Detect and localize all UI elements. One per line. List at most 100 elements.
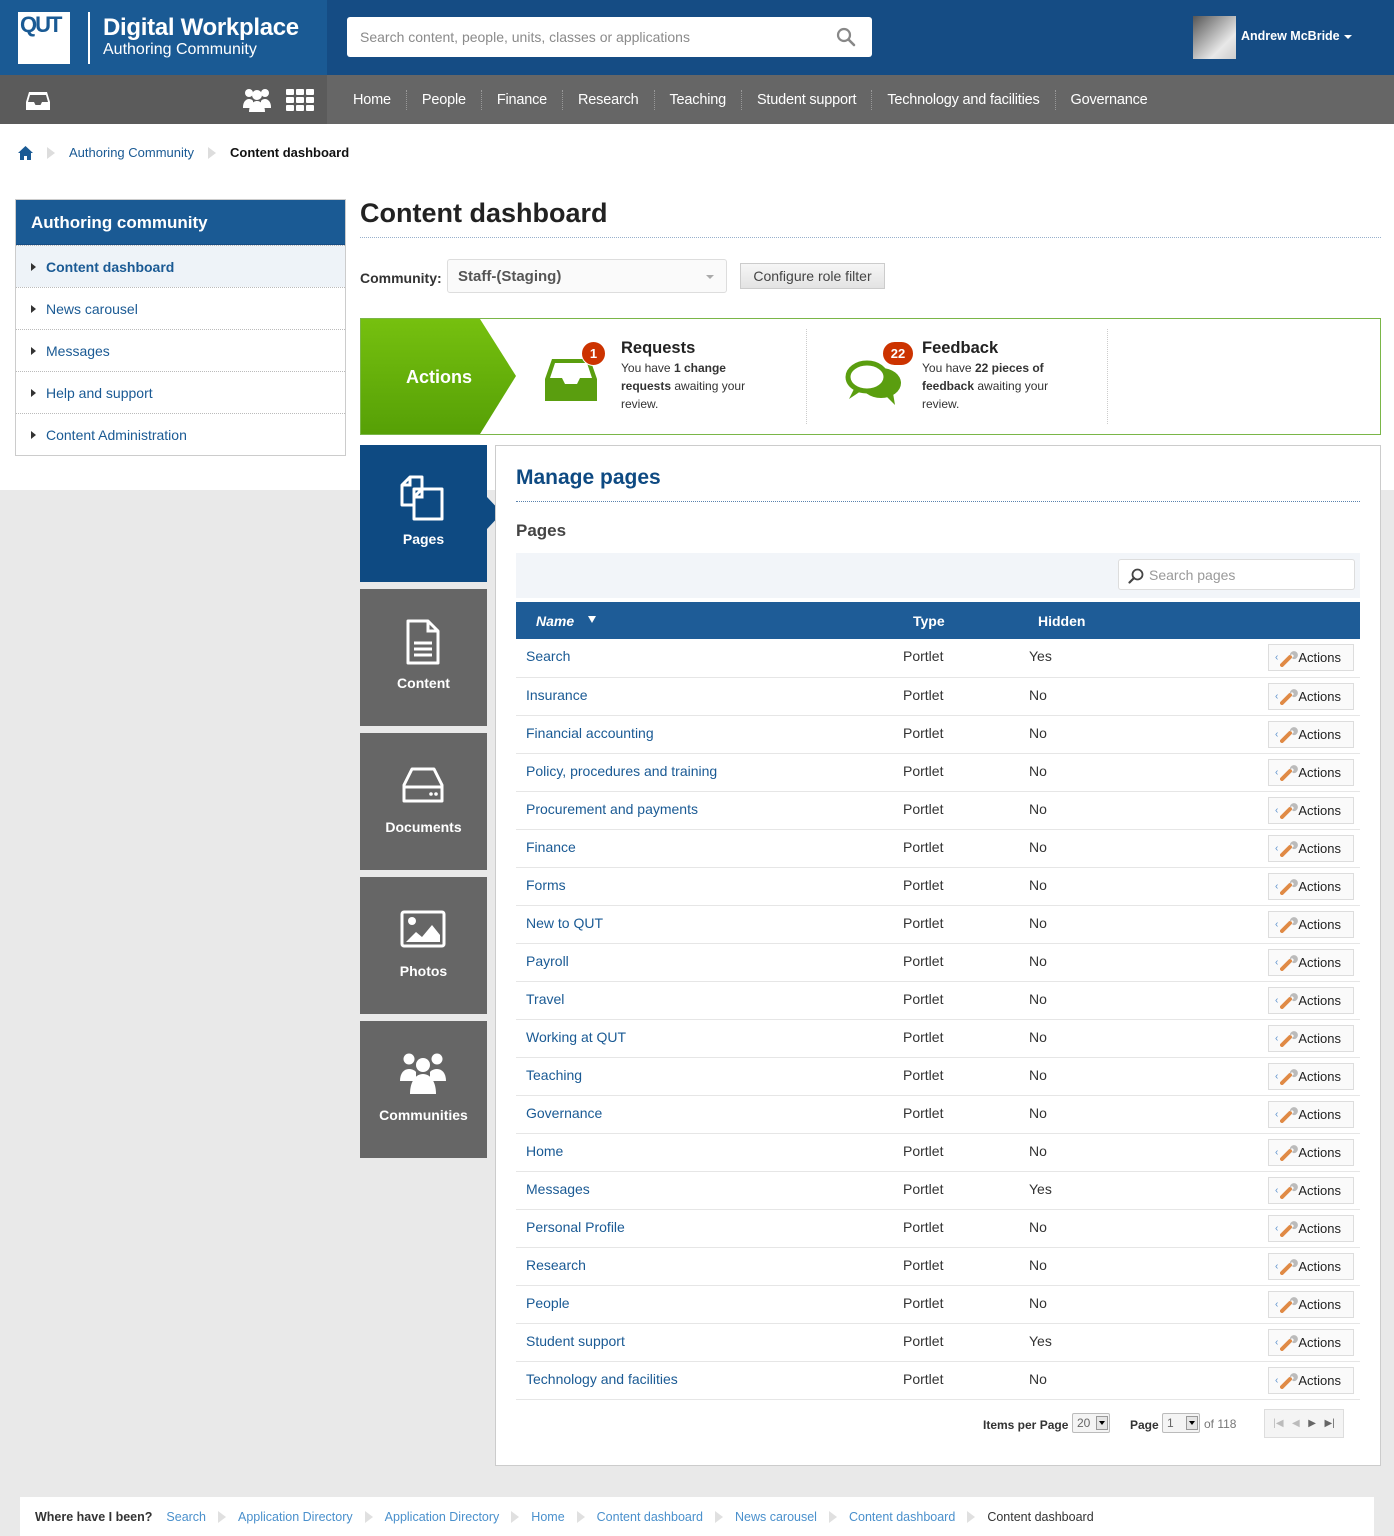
row-actions-button[interactable]: ‹ Actions (1268, 1366, 1354, 1394)
history-link[interactable]: Application Directory (238, 1510, 353, 1524)
row-actions-button[interactable]: ‹ Actions (1268, 682, 1354, 710)
pages-table-body: Search Portlet Yes ‹ Actions Insurance Portlet… (516, 639, 1360, 1399)
page-name-link[interactable]: Insurance (516, 677, 901, 715)
nav-item-teaching[interactable]: Teaching (655, 89, 742, 110)
history-link[interactable]: News carousel (735, 1510, 817, 1524)
first-page-icon[interactable]: |◀ (1273, 1418, 1283, 1429)
row-actions-button[interactable]: ‹ Actions (1268, 1100, 1354, 1128)
row-actions-button[interactable]: ‹ Actions (1268, 986, 1354, 1014)
qut-logo[interactable]: QUT (18, 12, 70, 64)
nav-item-technology[interactable]: Technology and facilities (872, 89, 1056, 110)
history-link[interactable]: Content dashboard (597, 1510, 703, 1524)
history-link[interactable]: Content dashboard (849, 1510, 955, 1524)
row-actions-button[interactable]: ‹ Actions (1268, 720, 1354, 748)
history-link[interactable]: Home (531, 1510, 564, 1524)
row-actions-button[interactable]: ‹ Actions (1268, 834, 1354, 862)
page-name-link[interactable]: Financial accounting (516, 715, 901, 753)
page-name-link[interactable]: Messages (516, 1171, 901, 1209)
chevron-down-icon (1096, 1416, 1108, 1430)
community-select[interactable]: Staff-(Staging) (447, 259, 727, 293)
page-name-link[interactable]: Travel (516, 981, 901, 1019)
page-name-link[interactable]: Student support (516, 1323, 901, 1361)
nav-item-finance[interactable]: Finance (482, 89, 564, 110)
actions-label: Actions (1298, 954, 1341, 970)
page-select[interactable]: 1 (1162, 1413, 1200, 1433)
actions-label: Actions (1298, 726, 1341, 742)
row-actions-button[interactable]: ‹ Actions (1268, 758, 1354, 786)
feedback-card[interactable]: 22 Feedback You have 22 pieces of feedba… (807, 329, 1108, 424)
brand-title[interactable]: Digital Workplace (103, 14, 299, 42)
tile-content[interactable]: Content (360, 589, 487, 726)
home-icon[interactable] (18, 145, 33, 160)
page-name-link[interactable]: Forms (516, 867, 901, 905)
page-name-link[interactable]: Policy, procedures and training (516, 753, 901, 791)
page-name-link[interactable]: Procurement and payments (516, 791, 901, 829)
sidebar-item-content-dashboard[interactable]: Content dashboard (16, 245, 345, 287)
row-actions-button[interactable]: ‹ Actions (1268, 1214, 1354, 1242)
people-icon[interactable] (243, 87, 271, 113)
page-name-link[interactable]: Governance (516, 1095, 901, 1133)
user-menu[interactable]: Andrew McBride (1241, 29, 1352, 43)
page-type: Portlet (903, 990, 944, 1007)
sidebar-item-messages[interactable]: Messages (16, 329, 345, 371)
global-search-input[interactable] (347, 17, 817, 57)
page-name-link[interactable]: People (516, 1285, 901, 1323)
nav-item-research[interactable]: Research (563, 89, 655, 110)
page-name-link[interactable]: Search (516, 639, 901, 677)
user-avatar[interactable] (1193, 16, 1236, 59)
previous-page-icon[interactable]: ◀ (1292, 1418, 1300, 1429)
row-actions-button[interactable]: ‹ Actions (1268, 1138, 1354, 1166)
tile-communities[interactable]: Communities (360, 1021, 487, 1158)
inbox-icon[interactable] (25, 91, 51, 111)
sidebar-item-content-administration[interactable]: Content Administration (16, 413, 345, 455)
tile-pages[interactable]: Pages (360, 445, 487, 582)
items-per-page-select[interactable]: 20 (1072, 1413, 1110, 1433)
nav-item-governance[interactable]: Governance (1056, 90, 1163, 110)
requests-card[interactable]: 1 Requests You have 1 change requests aw… (536, 329, 807, 424)
row-actions-button[interactable]: ‹ Actions (1268, 644, 1354, 671)
column-header-hidden[interactable]: Hidden (1029, 602, 1189, 639)
last-page-icon[interactable]: ▶| (1324, 1418, 1334, 1429)
row-actions-button[interactable]: ‹ Actions (1268, 948, 1354, 976)
row-actions-button[interactable]: ‹ Actions (1268, 1290, 1354, 1318)
page-name-link[interactable]: Personal Profile (516, 1209, 901, 1247)
sidebar-item-news-carousel[interactable]: News carousel (16, 287, 345, 329)
history-trail: Where have I been? Search Application Di… (20, 1497, 1374, 1536)
row-actions-button[interactable]: ‹ Actions (1268, 872, 1354, 900)
nav-item-student-support[interactable]: Student support (742, 89, 873, 110)
page-name-link[interactable]: Research (516, 1247, 901, 1285)
next-page-icon[interactable]: ▶ (1308, 1418, 1316, 1429)
nav-item-home[interactable]: Home (338, 89, 407, 110)
row-actions-button[interactable]: ‹ Actions (1268, 1328, 1354, 1356)
chevron-left-icon: ‹ (1275, 956, 1279, 968)
row-actions-button[interactable]: ‹ Actions (1268, 796, 1354, 824)
page-name-link[interactable]: Finance (516, 829, 901, 867)
tile-documents[interactable]: Documents (360, 733, 487, 870)
row-actions-button[interactable]: ‹ Actions (1268, 1024, 1354, 1052)
sidebar-item-help-and-support[interactable]: Help and support (16, 371, 345, 413)
row-actions-cell: ‹ Actions (1189, 791, 1360, 829)
column-header-name[interactable]: Name (516, 602, 901, 639)
pages-search-input[interactable] (1149, 560, 1349, 589)
page-name-link[interactable]: Working at QUT (516, 1019, 901, 1057)
nav-item-people[interactable]: People (407, 89, 482, 110)
page-name-link[interactable]: New to QUT (516, 905, 901, 943)
tile-photos[interactable]: Photos (360, 877, 487, 1014)
page-name-link[interactable]: Home (516, 1133, 901, 1171)
search-icon[interactable] (836, 27, 856, 47)
column-header-type[interactable]: Type (901, 602, 1029, 639)
breadcrumb-separator (218, 1510, 227, 1523)
page-name-link[interactable]: Teaching (516, 1057, 901, 1095)
configure-role-filter-button[interactable]: Configure role filter (740, 263, 885, 289)
tile-label: Documents (385, 819, 462, 835)
row-actions-button[interactable]: ‹ Actions (1268, 1252, 1354, 1280)
row-actions-button[interactable]: ‹ Actions (1268, 1062, 1354, 1090)
row-actions-button[interactable]: ‹ Actions (1268, 1176, 1354, 1204)
page-name-link[interactable]: Technology and facilities (516, 1361, 901, 1399)
breadcrumb-authoring-community[interactable]: Authoring Community (69, 145, 194, 160)
row-actions-button[interactable]: ‹ Actions (1268, 910, 1354, 938)
history-link[interactable]: Application Directory (385, 1510, 500, 1524)
history-link[interactable]: Search (166, 1510, 206, 1524)
page-name-link[interactable]: Payroll (516, 943, 901, 981)
apps-grid-icon[interactable] (286, 89, 314, 111)
